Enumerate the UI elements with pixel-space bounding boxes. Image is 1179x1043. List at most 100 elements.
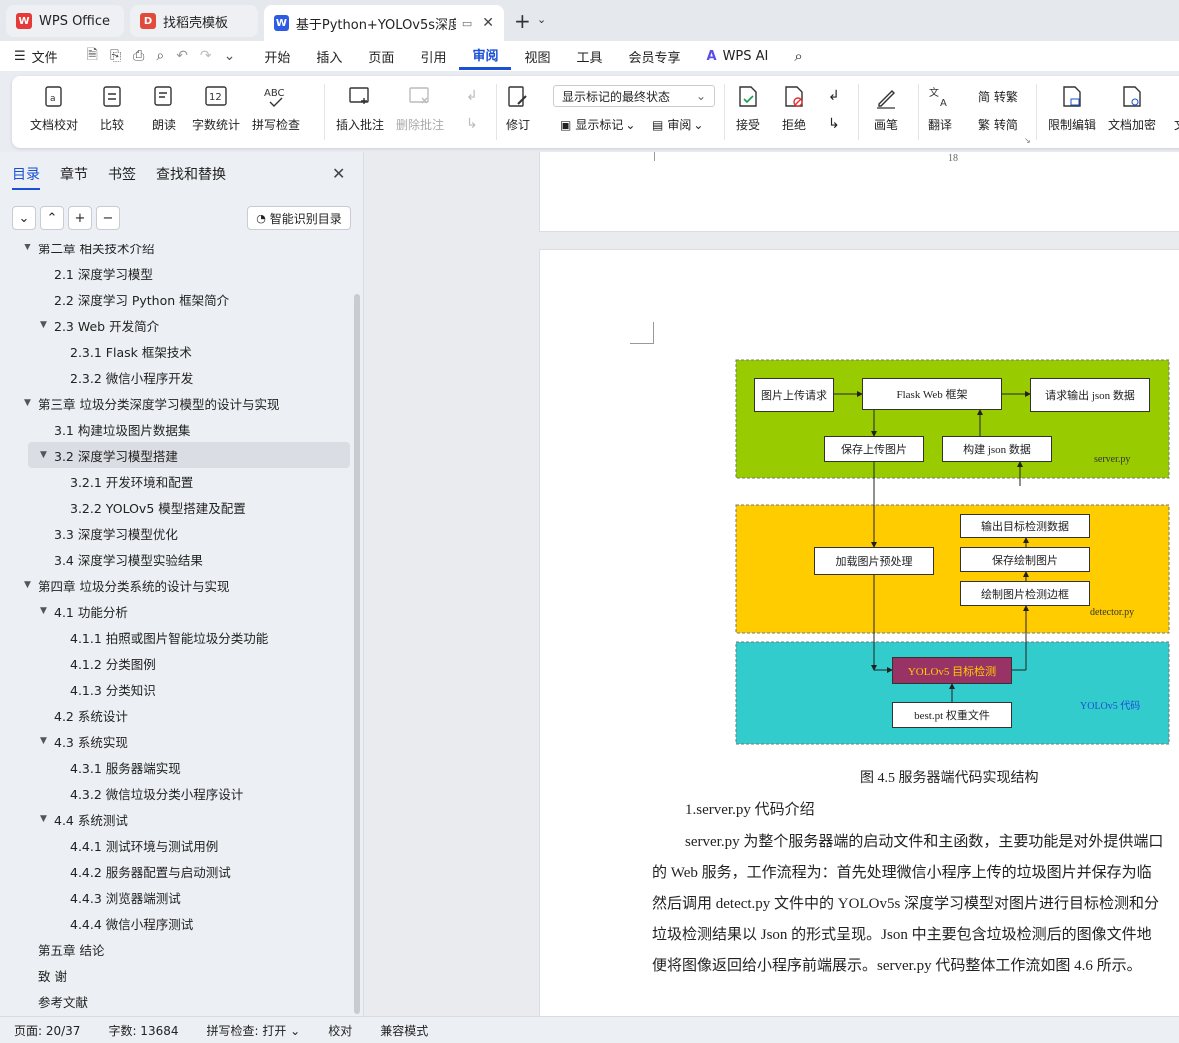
expand-arrow-icon[interactable]: ▼ bbox=[24, 244, 38, 252]
toc-item[interactable]: 4.2 系统设计 bbox=[0, 702, 352, 728]
more-chevron-icon[interactable]: ⌄ bbox=[224, 48, 236, 64]
delete-comment-button[interactable]: 删除批注 bbox=[396, 84, 444, 133]
output-icon[interactable]: ⎘ bbox=[110, 48, 121, 64]
translate-button[interactable]: 文A 翻译 bbox=[928, 84, 952, 133]
reject-button[interactable]: 拒绝 bbox=[782, 84, 806, 133]
doc-check-button[interactable]: a 文档校对 bbox=[30, 84, 78, 133]
new-tab-icon[interactable]: + bbox=[514, 9, 531, 33]
close-tab-icon[interactable]: ✕ bbox=[482, 15, 494, 31]
show-markup-button[interactable]: ▣ 显示标记 ⌄ bbox=[560, 116, 635, 133]
save-icon[interactable]: 🗎 bbox=[87, 44, 98, 68]
toc-item[interactable]: 参考文献 bbox=[0, 988, 352, 1014]
toc-item[interactable]: 3.2.2 YOLOv5 模型搭建及配置 bbox=[0, 494, 352, 520]
toc-item[interactable]: 2.2 深度学习 Python 框架简介 bbox=[0, 286, 352, 312]
toc-item[interactable]: 2.3.2 微信小程序开发 bbox=[0, 364, 352, 390]
monitor-icon[interactable]: ▭ bbox=[462, 17, 472, 30]
encrypt-doc-button[interactable]: 文档加密 bbox=[1108, 84, 1156, 133]
restrict-edit-button[interactable]: 限制编辑 bbox=[1048, 84, 1096, 133]
review-pane-button[interactable]: ▤ 审阅 ⌄ bbox=[652, 116, 703, 133]
print-preview-icon[interactable]: ⌕ bbox=[156, 48, 164, 64]
toc-item[interactable]: 4.1.2 分类图例 bbox=[0, 650, 352, 676]
toc-item[interactable]: 致 谢 bbox=[0, 962, 352, 988]
read-aloud-button[interactable]: 朗读 bbox=[152, 84, 176, 133]
toc-item[interactable]: 4.4.4 微信小程序测试 bbox=[0, 910, 352, 936]
expand-arrow-icon[interactable]: ▼ bbox=[40, 606, 54, 616]
expand-corner-icon[interactable]: ↘ bbox=[1024, 136, 1031, 145]
file-menu[interactable]: ☰ 文件 bbox=[0, 41, 71, 71]
toc-item[interactable]: 第五章 结论 bbox=[0, 936, 352, 962]
proofread-button[interactable]: 校对 bbox=[314, 1022, 366, 1039]
next-change-icon[interactable]: ↳ bbox=[828, 116, 840, 132]
word-count-button[interactable]: 12 字数统计 bbox=[192, 84, 240, 133]
menu-wps-ai[interactable]: A WPS AI bbox=[694, 41, 782, 71]
prev-change-icon[interactable]: ↲ bbox=[828, 88, 840, 104]
toc-item[interactable]: ▼ 4.1 功能分析 bbox=[0, 598, 352, 624]
toc-item[interactable]: 4.1.3 分类知识 bbox=[0, 676, 352, 702]
toc-item[interactable]: ▼ 第二章 相关技术介绍 bbox=[0, 244, 352, 260]
toc-item[interactable]: ▼ 2.3 Web 开发简介 bbox=[0, 312, 352, 338]
search-icon[interactable]: ⌕ bbox=[781, 41, 815, 71]
pen-button[interactable]: 画笔 bbox=[874, 84, 898, 133]
expand-arrow-icon[interactable]: ▼ bbox=[24, 580, 38, 590]
expand-down-button[interactable]: ⌄ bbox=[12, 206, 36, 230]
redo-icon[interactable]: ↷ bbox=[200, 48, 212, 64]
chevron-down-icon[interactable]: ⌄ bbox=[537, 13, 546, 26]
toc-item[interactable]: 4.4.3 浏览器端测试 bbox=[0, 884, 352, 910]
toc-item[interactable]: 4.3.1 服务器端实现 bbox=[0, 754, 352, 780]
expand-arrow-icon[interactable]: ▼ bbox=[40, 736, 54, 746]
undo-icon[interactable]: ↶ bbox=[176, 48, 188, 64]
tab-chapters[interactable]: 章节 bbox=[60, 164, 88, 190]
markup-select[interactable]: 显示标记的最终状态 ⌄ bbox=[553, 85, 715, 107]
toc-item[interactable]: ▼ 第三章 垃圾分类深度学习模型的设计与实现 bbox=[0, 390, 352, 416]
toc-item[interactable]: 4.4.2 服务器配置与启动测试 bbox=[0, 858, 352, 884]
spell-check-status[interactable]: 拼写检查: 打开 ⌄ bbox=[193, 1022, 315, 1039]
tab-document[interactable]: W 基于Python+YOLOv5s深度学 ▭ ✕ bbox=[264, 5, 504, 41]
menu-member[interactable]: 会员专享 bbox=[616, 41, 694, 71]
tab-wps-office[interactable]: W WPS Office bbox=[6, 5, 124, 37]
smart-toc-button[interactable]: ◔ 智能识别目录 bbox=[247, 206, 351, 230]
collapse-up-button[interactable]: ⌃ bbox=[40, 206, 64, 230]
insert-comment-button[interactable]: 插入批注 bbox=[336, 84, 384, 133]
toc-scrollbar[interactable] bbox=[354, 294, 360, 1014]
expand-arrow-icon[interactable]: ▼ bbox=[24, 398, 38, 408]
revise-button[interactable]: 修订 bbox=[506, 84, 530, 133]
spell-check-button[interactable]: ABC 拼写检查 bbox=[252, 84, 300, 133]
to-traditional-button[interactable]: 简 转繁 bbox=[978, 88, 1018, 105]
toc-item[interactable]: 3.2.1 开发环境和配置 bbox=[0, 468, 352, 494]
remove-heading-button[interactable]: − bbox=[96, 206, 120, 230]
toc-item[interactable]: ▼ 第四章 垃圾分类系统的设计与实现 bbox=[0, 572, 352, 598]
tab-template[interactable]: D 找稻壳模板 bbox=[130, 5, 258, 37]
tab-find-replace[interactable]: 查找和替换 bbox=[156, 164, 226, 190]
toc-item[interactable]: 2.3.1 Flask 框架技术 bbox=[0, 338, 352, 364]
word-count[interactable]: 字数: 13684 bbox=[94, 1022, 192, 1039]
compare-button[interactable]: 比较 bbox=[100, 84, 124, 133]
menu-reference[interactable]: 引用 bbox=[407, 41, 459, 71]
menu-page[interactable]: 页面 bbox=[355, 41, 407, 71]
prev-comment-icon[interactable]: ↲ bbox=[466, 88, 478, 104]
toc-item[interactable]: 4.1.1 拍照或图片智能垃圾分类功能 bbox=[0, 624, 352, 650]
menu-insert[interactable]: 插入 bbox=[303, 41, 355, 71]
expand-arrow-icon[interactable]: ▼ bbox=[40, 320, 54, 330]
more-ribbon-button[interactable]: 文 bbox=[1168, 84, 1179, 133]
menu-home[interactable]: 开始 bbox=[251, 41, 303, 71]
menu-review[interactable]: 审阅 bbox=[459, 42, 512, 70]
page-indicator[interactable]: 页面: 20/37 bbox=[0, 1022, 94, 1039]
toc-item[interactable]: 4.3.2 微信垃圾分类小程序设计 bbox=[0, 780, 352, 806]
toc-item[interactable]: 4.4.1 测试环境与测试用例 bbox=[0, 832, 352, 858]
print-icon[interactable]: ⎙ bbox=[133, 48, 144, 64]
menu-tools[interactable]: 工具 bbox=[563, 41, 615, 71]
expand-arrow-icon[interactable]: ▼ bbox=[40, 814, 54, 824]
toc-item[interactable]: 2.1 深度学习模型 bbox=[0, 260, 352, 286]
add-heading-button[interactable]: + bbox=[68, 206, 92, 230]
toc-item[interactable]: 3.1 构建垃圾图片数据集 bbox=[0, 416, 352, 442]
toc-item[interactable]: ▼ 4.4 系统测试 bbox=[0, 806, 352, 832]
expand-arrow-icon[interactable]: ▼ bbox=[40, 450, 54, 460]
tab-bookmarks[interactable]: 书签 bbox=[108, 164, 136, 190]
next-comment-icon[interactable]: ↳ bbox=[466, 116, 478, 132]
toc-item[interactable]: ▼ 3.2 深度学习模型搭建 bbox=[28, 442, 350, 468]
accept-button[interactable]: 接受 bbox=[736, 84, 760, 133]
menu-view[interactable]: 视图 bbox=[511, 41, 563, 71]
to-simplified-button[interactable]: 繁 转简 bbox=[978, 116, 1018, 133]
tab-toc[interactable]: 目录 bbox=[12, 164, 40, 190]
toc-item[interactable]: 3.3 深度学习模型优化 bbox=[0, 520, 352, 546]
